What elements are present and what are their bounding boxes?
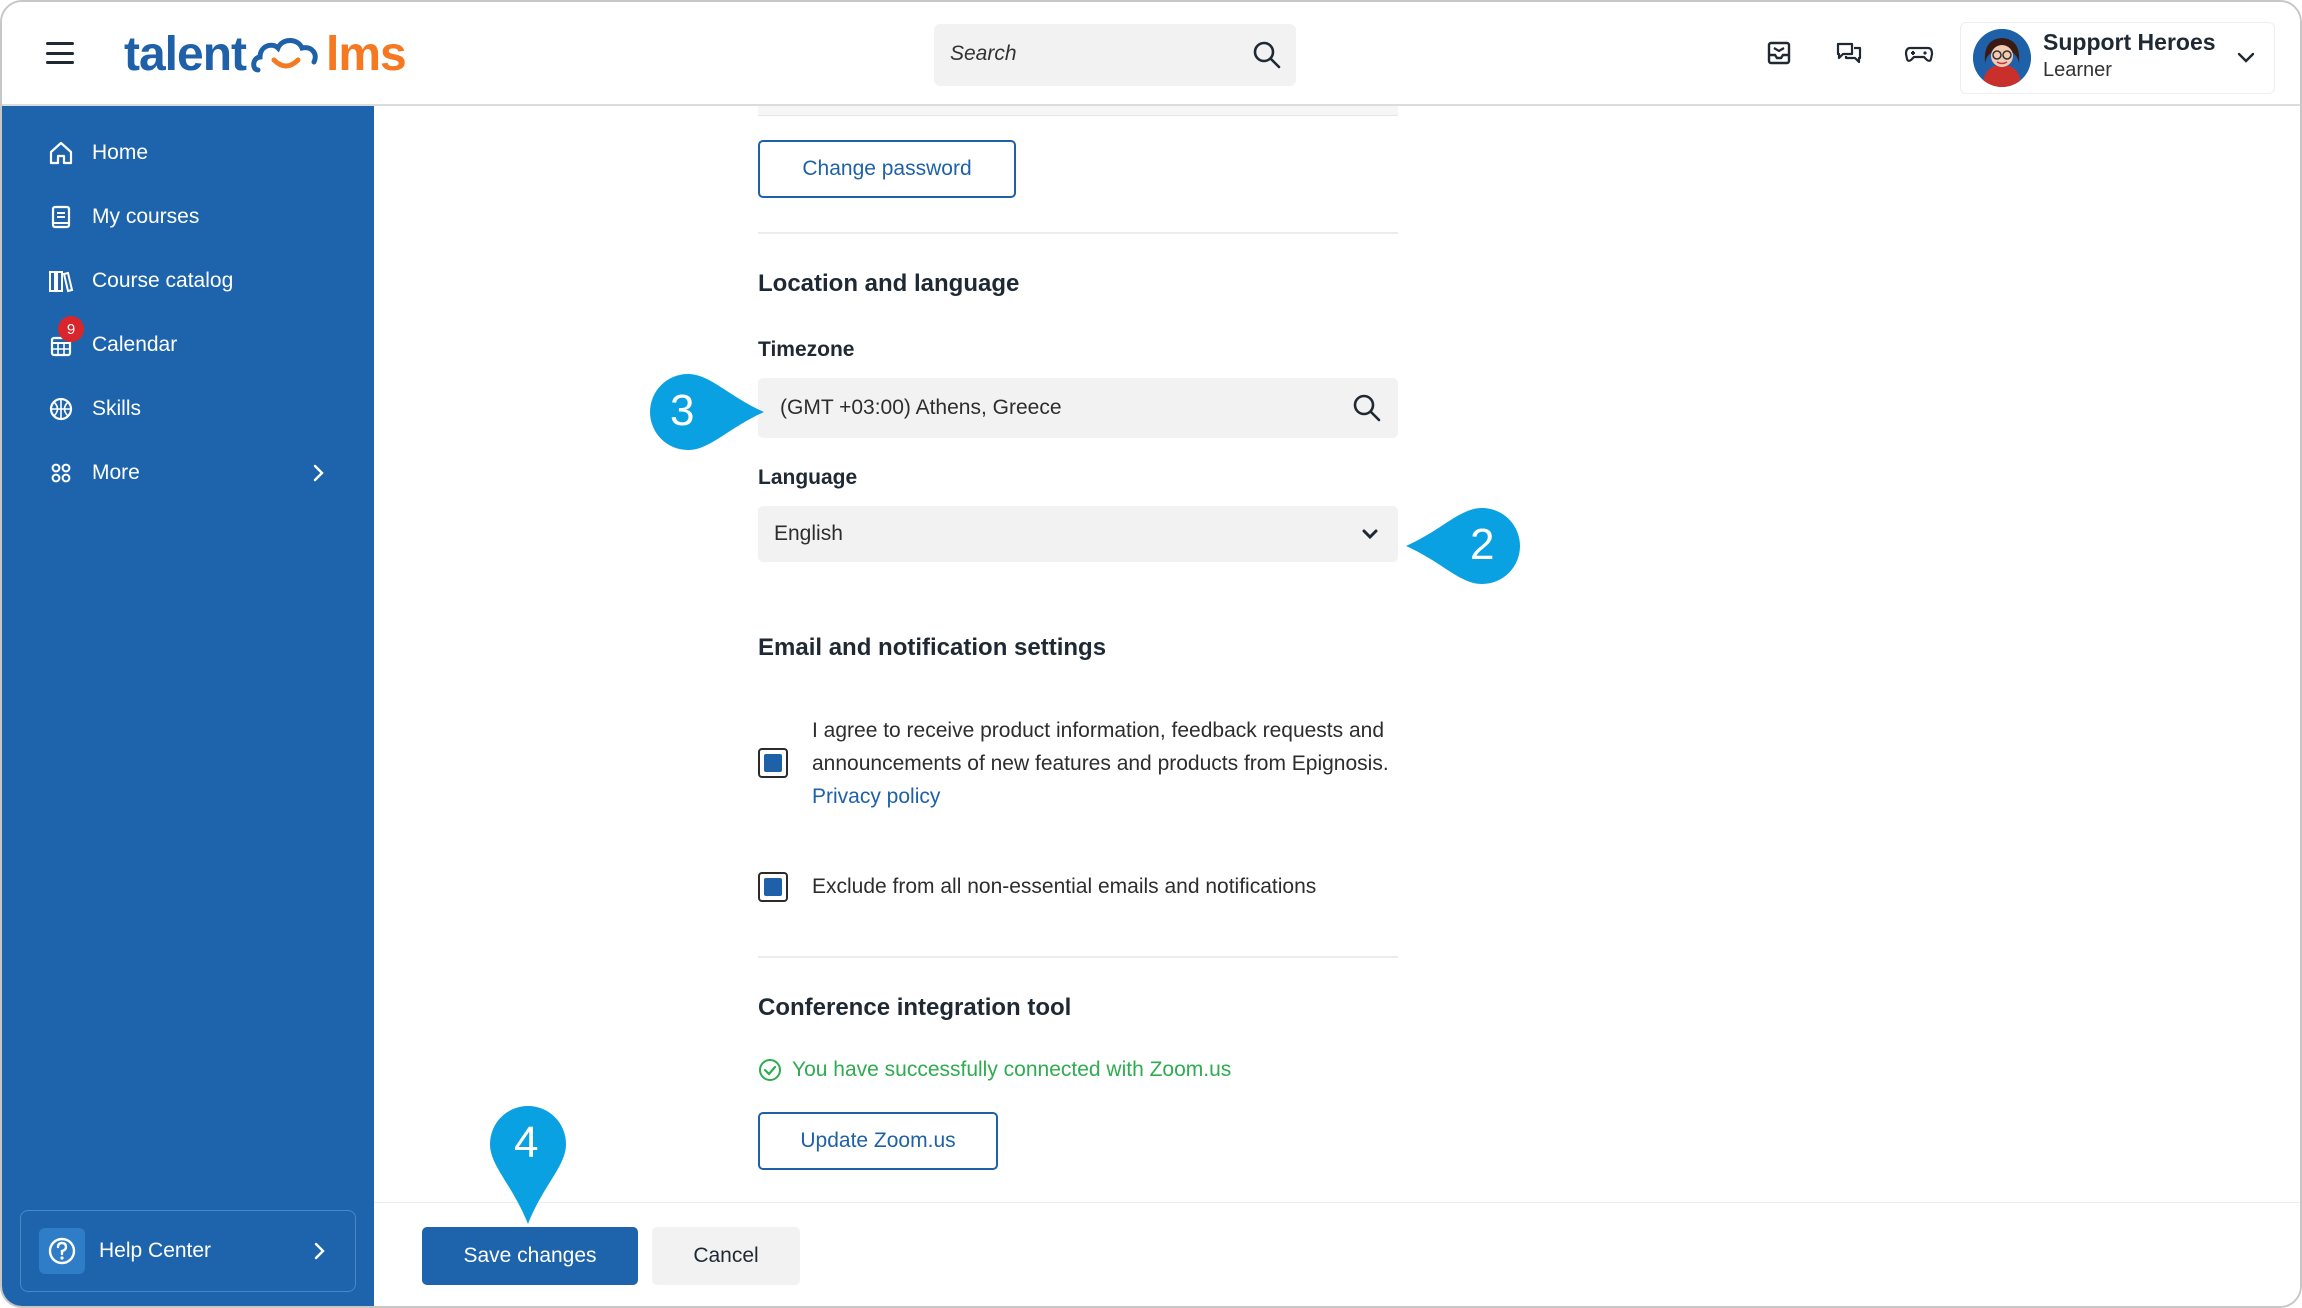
email-section-title: Email and notification settings <box>758 634 1107 661</box>
user-role: Learner <box>2043 59 2112 81</box>
consent-text: I agree to receive product information, … <box>812 719 1389 808</box>
avatar-icon <box>1973 29 2031 87</box>
form-footer: Save changes Cancel <box>374 1202 2300 1306</box>
checkbox-checked-mark <box>764 754 782 772</box>
language-select[interactable]: English <box>758 506 1398 562</box>
exclude-emails-text: Exclude from all non-essential emails an… <box>812 875 1317 898</box>
privacy-policy-link[interactable]: Privacy policy <box>812 785 940 808</box>
chevron-right-icon <box>313 464 324 482</box>
location-section-title: Location and language <box>758 270 1020 297</box>
chevron-down-icon[interactable] <box>2234 45 2258 69</box>
grid-icon <box>44 456 78 490</box>
sidebar: Home My courses Course catalog 9 Calenda… <box>2 106 374 1306</box>
logo-text-talent: talent <box>124 27 247 81</box>
conference-section-title: Conference integration tool <box>758 994 1072 1021</box>
help-center-button[interactable]: Help Center <box>20 1210 356 1292</box>
sidebar-item-label: More <box>92 461 140 484</box>
profile-form: Change password Location and language Ti… <box>374 106 2300 1206</box>
calendar-icon: 9 <box>44 316 84 362</box>
search-box[interactable]: Search <box>934 24 1296 86</box>
sidebar-item-label: Calendar <box>92 333 178 356</box>
callout-marker-icon <box>1406 508 1520 584</box>
avatar <box>1973 29 2031 87</box>
check-circle-icon <box>759 1059 781 1081</box>
divider <box>758 232 1398 234</box>
language-label: Language <box>758 466 858 489</box>
book-icon <box>44 200 78 234</box>
zoom-status: You have successfully connected with Zoo… <box>758 1058 1231 1082</box>
cancel-button[interactable]: Cancel <box>652 1227 800 1285</box>
search-placeholder: Search <box>950 42 1017 65</box>
gamepad-icon[interactable] <box>1904 38 1934 68</box>
user-menu[interactable]: Support Heroes Learner <box>1960 22 2275 94</box>
timezone-field[interactable]: (GMT +03:00) Athens, Greece <box>758 378 1398 438</box>
timezone-label: Timezone <box>758 338 855 361</box>
sidebar-item-course-catalog[interactable]: Course catalog <box>44 261 344 301</box>
top-header: talent lms Search Support Heroes Learner <box>2 2 2300 106</box>
skills-icon <box>44 392 78 426</box>
callout-2: 2 <box>1402 506 1522 586</box>
callout-marker-icon <box>650 374 764 450</box>
sidebar-item-label: My courses <box>92 205 200 228</box>
sidebar-item-label: Course catalog <box>92 269 234 292</box>
checkbox-checked-mark <box>764 878 782 896</box>
chevron-right-icon <box>314 1242 325 1260</box>
callout-4: 4 <box>488 1104 568 1226</box>
sidebar-item-more[interactable]: More <box>44 453 344 493</box>
inbox-icon[interactable] <box>1764 38 1794 68</box>
zoom-status-text: You have successfully connected with Zoo… <box>792 1058 1232 1081</box>
calendar-badge: 9 <box>58 316 84 342</box>
sidebar-item-calendar[interactable]: 9 Calendar <box>44 316 344 365</box>
chevron-down-icon <box>1362 529 1378 540</box>
update-zoom-button[interactable]: Update Zoom.us <box>758 1112 998 1170</box>
app-window: talent lms Search Support Heroes Learner… <box>0 0 2302 1308</box>
search-icon[interactable] <box>1352 393 1382 423</box>
sidebar-item-my-courses[interactable]: My courses <box>44 197 344 237</box>
search-icon[interactable] <box>1252 40 1282 70</box>
menu-icon[interactable] <box>46 42 74 64</box>
sidebar-item-label: Skills <box>92 397 142 420</box>
user-name: Support Heroes <box>2043 29 2216 55</box>
sidebar-item-skills[interactable]: Skills <box>44 389 344 429</box>
callout-3: 3 <box>648 372 768 452</box>
divider <box>758 956 1398 958</box>
help-icon <box>39 1228 85 1274</box>
talentlms-logo[interactable]: talent lms <box>124 24 407 84</box>
consent-checkbox[interactable] <box>758 748 788 778</box>
exclude-emails-checkbox[interactable] <box>758 872 788 902</box>
callout-number: 3 <box>670 386 695 435</box>
logo-text-lms: lms <box>326 27 407 81</box>
callout-number: 2 <box>1470 520 1495 569</box>
sidebar-item-home[interactable]: Home <box>44 133 344 173</box>
library-icon <box>44 264 78 298</box>
home-icon <box>44 136 78 170</box>
language-value: English <box>774 522 843 545</box>
previous-field-edge <box>758 106 1398 116</box>
save-changes-button[interactable]: Save changes <box>422 1227 638 1285</box>
callout-number: 4 <box>514 1118 539 1167</box>
cloud-smile-icon <box>251 38 318 73</box>
change-password-button[interactable]: Change password <box>758 140 1016 198</box>
sidebar-item-label: Home <box>92 141 149 164</box>
timezone-value: (GMT +03:00) Athens, Greece <box>780 396 1062 419</box>
messages-icon[interactable] <box>1834 38 1864 68</box>
help-center-label: Help Center <box>99 1239 212 1262</box>
